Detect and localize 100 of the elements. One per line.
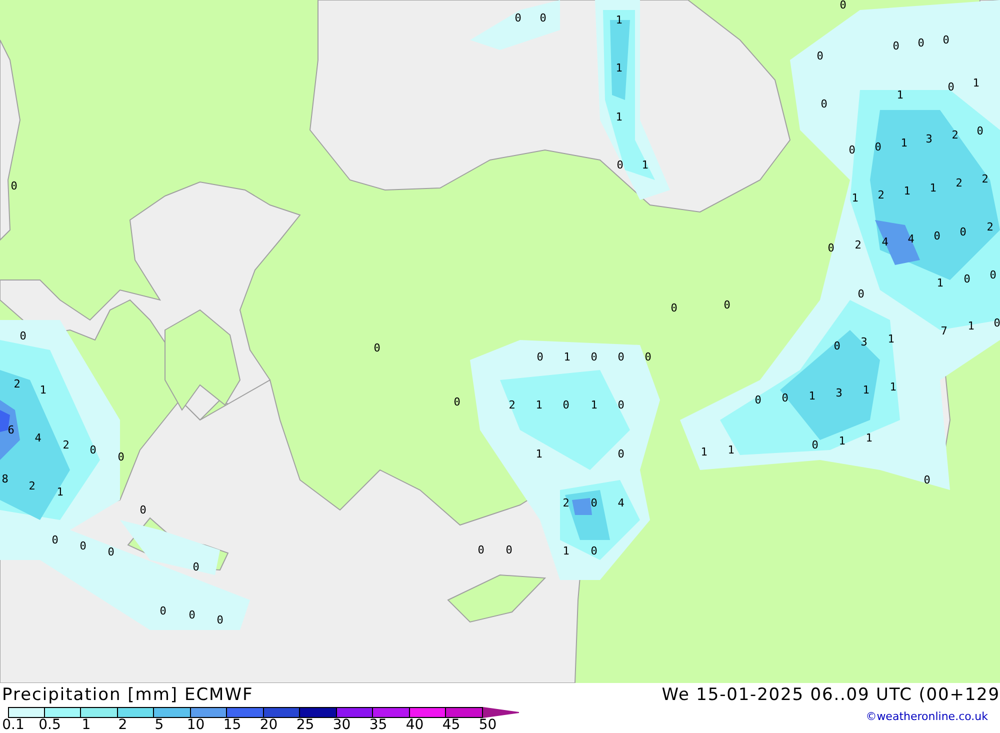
precipitation-value: 0 (216, 614, 224, 626)
precipitation-value: 1 (590, 400, 598, 410)
precipitation-value: 0 (374, 342, 380, 354)
precipitation-value: 0 (514, 12, 522, 24)
precipitation-value: 0 (160, 606, 166, 616)
precipitation-value: 0 (590, 498, 598, 508)
precipitation-value: 1 (616, 62, 622, 74)
precipitation-value: 0 (540, 12, 546, 24)
precipitation-value: 0 (10, 180, 18, 192)
precipitation-value: 2 (62, 440, 70, 450)
scale-tick-label: 50 (478, 718, 498, 732)
precipitation-value: 0 (80, 540, 86, 552)
precipitation-value: 1 (536, 448, 542, 460)
precipitation-value: 1 (862, 384, 870, 396)
precipitation-value: 0 (590, 352, 598, 362)
precipitation-value: 0 (562, 400, 570, 410)
precipitation-value: 2 (14, 378, 20, 390)
precipitation-value: 8 (2, 474, 8, 484)
precipitation-value: 0 (976, 126, 984, 136)
precipitation-value: 1 (808, 390, 816, 402)
precipitation-value: 4 (618, 498, 624, 508)
precipitation-value: 0 (948, 82, 954, 92)
precipitation-value: 2 (986, 222, 994, 232)
precipitation-value: 1 (888, 334, 894, 344)
precipitation-value: 1 (838, 436, 846, 446)
precipitation-value: 0 (140, 504, 146, 516)
precipitation-value: 0 (924, 474, 930, 486)
precipitation-value: 0 (782, 392, 788, 404)
precipitation-value: 0 (616, 160, 624, 170)
legend-title: Precipitation [mm] ECMWF (2, 685, 254, 705)
precipitation-value: 0 (724, 300, 730, 310)
precipitation-value: 1 (40, 384, 46, 396)
precipitation-value: 0 (892, 40, 900, 52)
scale-tick-label: 45 (441, 718, 462, 732)
precipitation-value: 0 (812, 440, 818, 450)
precipitation-value: 4 (34, 432, 42, 444)
precipitation-value: 1 (904, 186, 910, 196)
precipitation-value: 2 (956, 178, 962, 188)
precipitation-value: 1 (642, 160, 648, 170)
scale-tick-label: 0.5 (38, 718, 62, 732)
precipitation-value: 2 (878, 190, 884, 200)
precipitation-value: 0 (618, 400, 624, 410)
scale-tick-label: 5 (154, 718, 165, 732)
precipitation-value: 6 (8, 424, 14, 436)
precipitation-value: 2 (982, 174, 988, 184)
precipitation-value: 1 (728, 444, 734, 456)
precipitation-value: 1 (616, 112, 622, 122)
precipitation-value: 2 (508, 400, 516, 410)
precipitation-value: 2 (562, 498, 570, 508)
scale-tick-label: 0.1 (1, 718, 26, 732)
precipitation-value: 0 (994, 318, 1000, 328)
scale-tick-label: 25 (295, 718, 316, 732)
precipitation-value: 1 (536, 400, 542, 410)
precipitation-value: 0 (670, 302, 678, 314)
precipitation-value: 2 (854, 240, 862, 250)
precipitation-value: 4 (882, 236, 888, 248)
precipitation-value: 3 (860, 336, 868, 348)
precipitation-value: 1 (968, 320, 974, 332)
scale-tick-label: 10 (186, 718, 206, 732)
precipitation-value: 0 (118, 452, 124, 462)
scale-tick-label: 30 (332, 718, 352, 732)
precipitation-value: 0 (918, 38, 924, 48)
precipitation-value: 0 (454, 396, 460, 408)
precipitation-value: 0 (820, 98, 828, 110)
precipitation-value: 1 (852, 192, 858, 204)
precipitation-value: 3 (926, 134, 932, 144)
scale-tick-label: 40 (404, 718, 425, 732)
precipitation-value: 0 (934, 230, 940, 242)
precipitation-value: 0 (618, 448, 624, 460)
precipitation-value: 4 (908, 234, 914, 244)
precipitation-value: 1 (930, 182, 936, 194)
precipitation-value: 0 (108, 546, 114, 558)
precipitation-value: 1 (616, 14, 622, 26)
precipitation-value: 1 (900, 138, 908, 148)
scale-tick-label: 15 (222, 718, 242, 732)
precipitation-value: 0 (590, 546, 598, 556)
scale-tick-label: 2 (117, 718, 128, 732)
precipitation-value: 1 (972, 78, 980, 88)
scale-tick-label: 20 (258, 718, 279, 732)
precipitation-value: 1 (890, 382, 896, 392)
precipitation-value: 0 (848, 144, 856, 156)
precipitation-value: 0 (960, 226, 966, 238)
scale-tick-label: 35 (368, 718, 388, 732)
precipitation-value: 2 (28, 480, 36, 492)
precipitation-value: 0 (618, 352, 624, 362)
precipitation-value: 0 (192, 562, 200, 572)
precipitation-value: 0 (20, 330, 26, 342)
credit-text: ©weatheronline.co.uk (866, 710, 988, 723)
precipitation-value: 0 (990, 270, 996, 280)
scale-tick-label: 1 (80, 718, 92, 732)
precipitation-value: 0 (478, 544, 484, 556)
precipitation-value: 1 (562, 546, 570, 556)
precipitation-value: 0 (536, 352, 544, 362)
precipitation-value: 0 (834, 340, 840, 352)
precipitation-value: 0 (828, 242, 834, 254)
precipitation-value: 2 (952, 130, 958, 140)
precipitation-value: 0 (52, 534, 58, 546)
precipitation-value: 1 (896, 90, 904, 100)
precipitation-value: 0 (506, 544, 512, 556)
precipitation-value: 0 (816, 50, 824, 62)
